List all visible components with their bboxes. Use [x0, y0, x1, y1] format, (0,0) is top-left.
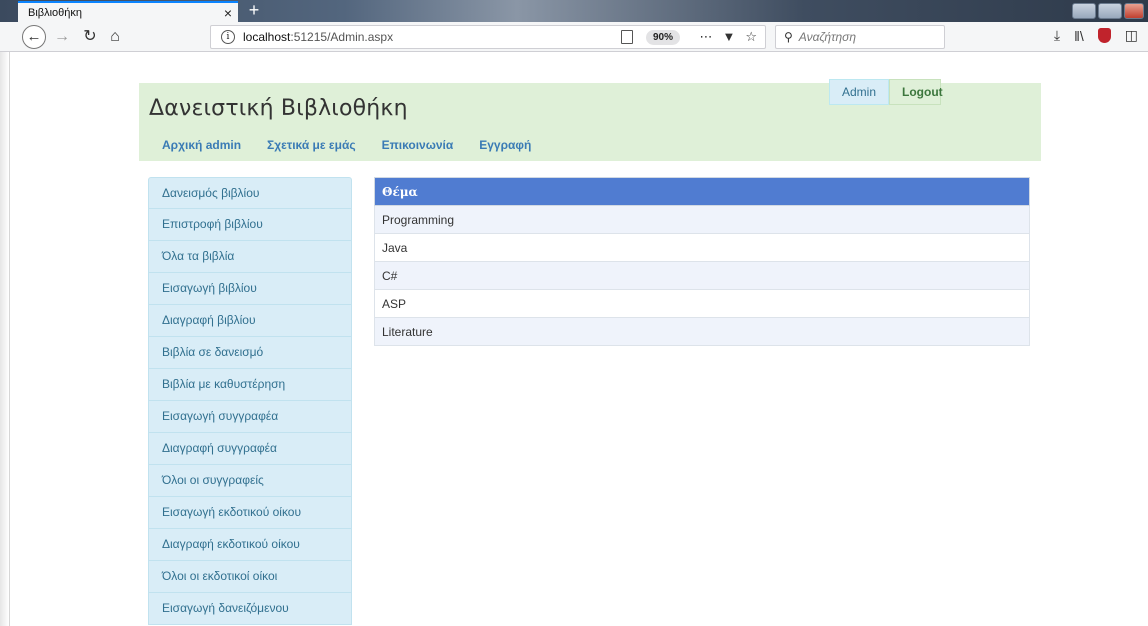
- column-header-subject: Θέμα: [374, 177, 1030, 206]
- minimize-button[interactable]: [1072, 3, 1096, 19]
- sidebar-item-add-publisher[interactable]: Εισαγωγή εκδοτικού οίκου: [148, 497, 352, 529]
- menu-item-about[interactable]: Σχετικά με εμάς: [267, 138, 356, 152]
- forward-arrow-icon[interactable]: →: [52, 27, 72, 47]
- info-icon[interactable]: i: [221, 30, 235, 44]
- url-bar[interactable]: i localhost:51215/Admin.aspx 90% ⋯ ▼ ☆: [210, 25, 766, 49]
- reader-view-icon[interactable]: [621, 30, 633, 44]
- sidebar-item-borrowed-books[interactable]: Βιβλία σε δανεισμό: [148, 337, 352, 369]
- table-cell-subject: Literature: [374, 317, 1030, 346]
- page-left-edge: [0, 52, 10, 626]
- download-icon[interactable]: ⤓: [1054, 27, 1060, 44]
- sidebar-item-all-publishers[interactable]: Όλοι οι εκδοτικοί οίκοι: [148, 561, 352, 593]
- sidebar-item-overdue-books[interactable]: Βιβλία με καθυστέρηση: [148, 369, 352, 401]
- browser-tab[interactable]: Βιβλιοθήκη ×: [18, 1, 238, 22]
- toolbar-right: ⤓ ‖\ ◫: [1054, 27, 1138, 44]
- search-icon: ⚲: [784, 30, 793, 44]
- sidebar-item-borrow-book[interactable]: Δανεισμός βιβλίου: [148, 177, 352, 209]
- home-icon[interactable]: ⌂: [105, 27, 125, 47]
- window-close-button[interactable]: [1124, 3, 1144, 19]
- sidebar-item-add-author[interactable]: Εισαγωγή συγγραφέα: [148, 401, 352, 433]
- zoom-level-badge[interactable]: 90%: [646, 30, 681, 45]
- site-title: Δανειστική Βιβλιοθήκη: [149, 96, 408, 121]
- window-controls: [1072, 3, 1144, 19]
- url-actions: ⋯ ▼ ☆: [699, 29, 757, 45]
- sidebar-item-delete-author[interactable]: Διαγραφή συγγραφέα: [148, 433, 352, 465]
- new-tab-icon[interactable]: +: [244, 1, 264, 21]
- menu-item-contact[interactable]: Επικοινωνία: [382, 138, 454, 152]
- sidebar-item-all-books[interactable]: Όλα τα βιβλία: [148, 241, 352, 273]
- table-header-row: Θέμα: [374, 177, 1030, 206]
- pocket-icon[interactable]: ▼: [722, 29, 735, 45]
- table-row: ASP: [374, 289, 1030, 318]
- table-cell-subject: ASP: [374, 289, 1030, 318]
- search-bar[interactable]: ⚲ Αναζήτηση: [775, 25, 945, 49]
- admin-sidebar: Δανεισμός βιβλίου Επιστροφή βιβλίου Όλα …: [148, 177, 352, 625]
- close-tab-icon[interactable]: ×: [218, 5, 238, 21]
- search-placeholder: Αναζήτηση: [798, 30, 857, 44]
- sidebar-item-delete-publisher[interactable]: Διαγραφή εκδοτικού οίκου: [148, 529, 352, 561]
- menu-item-register[interactable]: Εγγραφή: [479, 138, 531, 152]
- main-menu: Αρχική admin Σχετικά με εμάς Επικοινωνία…: [162, 138, 557, 152]
- url-path: :51215/Admin.aspx: [290, 30, 394, 44]
- table-row: Literature: [374, 317, 1030, 346]
- ublock-shield-icon[interactable]: [1097, 28, 1111, 43]
- browser-titlebar: Βιβλιοθήκη × +: [0, 0, 1148, 22]
- menu-item-admin-home[interactable]: Αρχική admin: [162, 138, 241, 152]
- table-row: C#: [374, 261, 1030, 290]
- table-row: Java: [374, 233, 1030, 262]
- table-cell-subject: C#: [374, 261, 1030, 290]
- sidebar-toggle-icon[interactable]: ◫: [1125, 27, 1138, 44]
- url-host: localhost: [243, 30, 291, 44]
- maximize-button[interactable]: [1098, 3, 1122, 19]
- admin-button[interactable]: Admin: [829, 79, 890, 105]
- table-cell-subject: Java: [374, 233, 1030, 262]
- sidebar-item-all-authors[interactable]: Όλοι οι συγγραφείς: [148, 465, 352, 497]
- logout-button[interactable]: Logout: [889, 79, 943, 105]
- reload-icon[interactable]: ↻: [80, 27, 100, 47]
- page-actions-icon[interactable]: ⋯: [699, 29, 712, 45]
- site-header: Δανειστική Βιβλιοθήκη Admin Logout Αρχικ…: [139, 79, 1041, 161]
- sidebar-item-add-borrower[interactable]: Εισαγωγή δανειζόμενου: [148, 593, 352, 625]
- sidebar-item-add-book[interactable]: Εισαγωγή βιβλίου: [148, 273, 352, 305]
- table-cell-subject: Programming: [374, 205, 1030, 234]
- sidebar-item-return-book[interactable]: Επιστροφή βιβλίου: [148, 209, 352, 241]
- tab-title: Βιβλιοθήκη: [28, 6, 83, 19]
- subjects-table: Θέμα Programming Java C# ASP Literature: [374, 177, 1030, 346]
- back-arrow-icon[interactable]: ←: [22, 25, 46, 49]
- browser-navbar: ← → ↻ ⌂ i localhost:51215/Admin.aspx 90%…: [0, 22, 1148, 52]
- sidebar-item-delete-book[interactable]: Διαγραφή βιβλίου: [148, 305, 352, 337]
- library-icon[interactable]: ‖\: [1074, 28, 1084, 44]
- bookmark-star-icon[interactable]: ☆: [745, 29, 757, 45]
- table-row: Programming: [374, 205, 1030, 234]
